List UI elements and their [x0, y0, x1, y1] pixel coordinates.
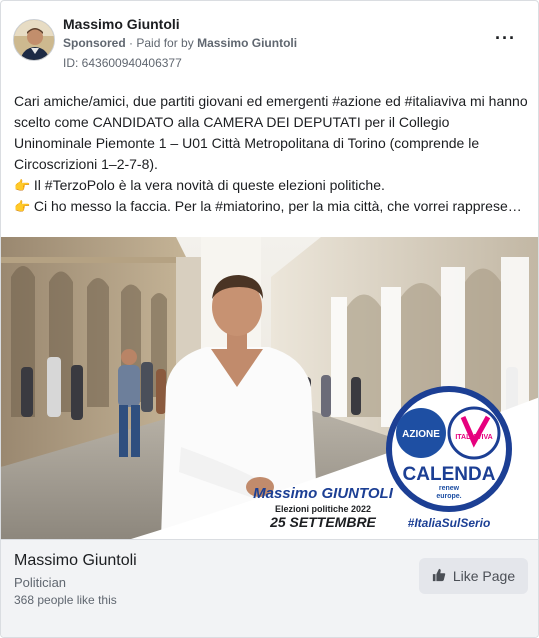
like-page-button[interactable]: Like Page [419, 558, 528, 594]
footer-category: Politician [14, 575, 67, 590]
svg-text:Massimo GIUNTOLI: Massimo GIUNTOLI [253, 485, 394, 502]
logo-europe: europe. [436, 493, 461, 500]
candidate-last-name: GIUNTOLI [321, 485, 393, 502]
footer-page-name[interactable]: Massimo Giuntoli [14, 552, 137, 570]
sponsor-line: Sponsored · Paid for by Massimo Giuntoli [63, 36, 297, 50]
avatar[interactable] [13, 19, 55, 61]
page-name[interactable]: Massimo Giuntoli [63, 16, 180, 32]
page-footer: Massimo Giuntoli Politician 368 people l… [1, 539, 538, 637]
logo-azione: AZIONE [402, 429, 440, 440]
logo-calenda: CALENDA [403, 464, 496, 485]
logo-renew: renew [439, 485, 460, 492]
like-page-label: Like Page [452, 568, 516, 584]
sponsored-label: Sponsored [63, 36, 126, 50]
election-date: 25 SETTEMBRE [269, 514, 376, 530]
campaign-hashtag: #ItaliaSulSerio [408, 516, 491, 530]
pointing-hand-icon: 👉 [14, 199, 31, 214]
ad-image[interactable]: AZIONE ITALIAVIVA CALENDA renew europe. … [1, 237, 538, 539]
candidate-first-name: Massimo [253, 485, 317, 502]
footer-likes-count: 368 people like this [14, 593, 117, 607]
pointing-hand-icon: 👉 [14, 178, 31, 193]
ad-id: ID: 643600940406377 [63, 56, 182, 70]
paid-by-name[interactable]: Massimo Giuntoli [197, 36, 297, 50]
paid-prefix: Paid for by [136, 36, 194, 50]
post-paragraph-3: 👉 Ci ho messo la faccia. Per la #miatori… [14, 196, 529, 217]
post-paragraph-2-text: Il #TerzoPolo è la vera novità di queste… [33, 177, 385, 193]
ad-card: Massimo Giuntoli Sponsored · Paid for by… [0, 0, 539, 638]
more-horizontal-icon[interactable]: ··· [495, 29, 516, 47]
separator-dot: · [129, 36, 134, 50]
post-paragraph-1: Cari amiche/amici, due partiti giovani e… [14, 93, 528, 172]
election-label: Elezioni politiche 2022 [275, 504, 371, 514]
logo-italiaviva: ITALIAVIVA [455, 434, 492, 441]
thumbs-up-icon [432, 568, 446, 585]
post-paragraph-3-text: Ci ho messo la faccia. Per la #miatorino… [33, 198, 529, 214]
post-paragraph-2: 👉 Il #TerzoPolo è la vera novità di ques… [14, 175, 529, 196]
post-text: Cari amiche/amici, due partiti giovani e… [14, 91, 529, 217]
post-header: Massimo Giuntoli Sponsored · Paid for by… [13, 15, 526, 71]
party-logo: AZIONE ITALIAVIVA CALENDA renew europe. [386, 386, 512, 512]
